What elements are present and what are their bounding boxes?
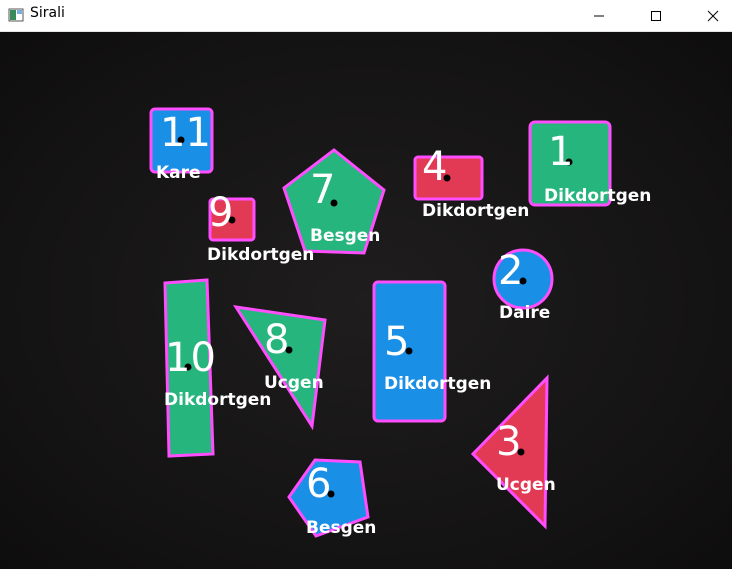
shape-11: 11 Kare — [149, 107, 214, 183]
shape-8-type: Ucgen — [264, 373, 324, 393]
shape-1-type: Dikdortgen — [544, 186, 651, 206]
shape-5: 5 Dikdortgen — [372, 280, 491, 423]
shape-4: 4 Dikdortgen — [413, 144, 529, 221]
window-title: Sirali — [30, 5, 65, 21]
shape-10: 10 Dikdortgen — [163, 278, 271, 458]
shape-11-type: Kare — [156, 163, 201, 183]
shape-5-type: Dikdortgen — [384, 374, 491, 394]
shape-2-number: 2 — [498, 248, 523, 294]
shape-2-type: Daire — [499, 303, 550, 323]
shape-7-number: 7 — [310, 167, 335, 213]
maximize-button[interactable] — [633, 0, 679, 31]
close-button[interactable] — [690, 0, 732, 31]
title-bar[interactable]: Sirali — [0, 0, 732, 32]
shape-4-number: 4 — [422, 144, 447, 190]
shape-4-type: Dikdortgen — [422, 201, 529, 221]
shape-3-type: Ucgen — [496, 475, 556, 495]
shape-3: 3 Ucgen — [470, 374, 556, 530]
shape-9-number: 9 — [208, 190, 233, 236]
app-window-icon — [8, 8, 24, 22]
shape-6-type: Besgen — [306, 518, 376, 538]
shape-6: 6 Besgen — [287, 458, 376, 538]
shape-5-number: 5 — [384, 319, 409, 365]
maximize-icon — [651, 10, 661, 21]
shape-8-number: 8 — [264, 317, 289, 363]
close-icon — [707, 10, 719, 21]
image-canvas: 11 Kare 7 Besgen 9 Dikdortgen 4 Dikdortg… — [0, 32, 732, 569]
shape-11-number: 11 — [160, 110, 211, 156]
minimize-icon — [594, 15, 604, 16]
shape-9-type: Dikdortgen — [207, 245, 314, 265]
minimize-button[interactable] — [576, 0, 622, 31]
shape-1: 1 Dikdortgen — [528, 120, 651, 207]
shape-1-number: 1 — [548, 129, 573, 175]
shape-3-number: 3 — [496, 419, 521, 465]
shape-10-type: Dikdortgen — [164, 390, 271, 410]
shape-6-number: 6 — [306, 461, 331, 507]
shapes-layer: 11 Kare 7 Besgen 9 Dikdortgen 4 Dikdortg… — [149, 107, 651, 538]
shape-7-type: Besgen — [310, 226, 380, 246]
shape-2: 2 Daire — [492, 248, 554, 323]
shape-10-number: 10 — [165, 335, 216, 381]
shape-7: 7 Besgen — [282, 148, 386, 255]
